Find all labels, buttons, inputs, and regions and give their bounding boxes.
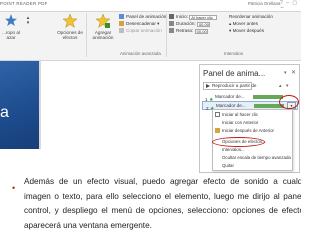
animation-pane-icon	[119, 14, 124, 19]
move-down-icon[interactable]: ▾	[286, 83, 289, 89]
start-combo[interactable]: Al hacer clic	[189, 15, 218, 20]
move-later-button[interactable]: ▾ Mover después	[229, 28, 264, 34]
page-margin	[301, 0, 320, 240]
copy-animation-button[interactable]: Copiar animación	[119, 28, 162, 34]
menu-item-timing[interactable]: Intervalos...	[214, 146, 293, 153]
start-control[interactable]: Inicio: Al hacer clic	[169, 14, 218, 20]
close-icon[interactable]: ✕	[291, 69, 296, 76]
group-separator	[86, 13, 87, 57]
highlight-circle	[279, 95, 299, 109]
add-animation-label: Agregar animación	[92, 30, 114, 40]
add-animation-button[interactable]: Agregar animación	[89, 14, 117, 40]
page: POINT READER PDF Patricia Orellana ? ‒ ▢…	[0, 0, 320, 240]
move-earlier-button[interactable]: ▴ Mover antes	[229, 21, 258, 27]
duration-control[interactable]: Duración: 00,00	[169, 21, 210, 27]
menu-item-remove[interactable]: Quitar	[214, 162, 293, 169]
delay-input[interactable]: 00,00	[194, 29, 208, 34]
effect-options-button[interactable]: Opciones de efectos	[56, 14, 84, 40]
body-paragraph: Además de un efecto visual, puedo agrega…	[24, 177, 316, 230]
tab-strip	[0, 8, 301, 12]
user-name[interactable]: Patricia Orellana	[248, 1, 280, 6]
effect-options-icon	[63, 14, 77, 28]
reorder-title: Reordenar animación	[229, 14, 273, 19]
effect-gallery-button[interactable]: ...ropo al azar	[0, 14, 22, 40]
timeline-bar[interactable]	[253, 95, 283, 99]
slide-canvas[interactable]: a	[0, 61, 39, 149]
menu-item-hide-timeline[interactable]: Ocultar escala de tiempo avanzada	[214, 154, 293, 161]
advanced-group-label: Animación avanzada	[120, 51, 161, 56]
mouse-icon	[215, 112, 220, 117]
bullet-marker: •	[12, 183, 16, 193]
animation-pane-button[interactable]: Panel de animación	[119, 14, 166, 20]
effect-label: ...ropo al azar	[2, 30, 20, 40]
add-animation-icon	[96, 14, 110, 28]
paintbrush-icon	[119, 28, 124, 33]
delay-control[interactable]: Retraso: 00,00	[169, 28, 208, 34]
move-up-icon[interactable]: ▴	[279, 83, 282, 89]
ribbon: POINT READER PDF Patricia Orellana ? ‒ ▢…	[0, 0, 301, 61]
timing-group-label: Intervalos	[224, 51, 244, 56]
play-from-button[interactable]: Reproducir a partir de	[203, 82, 256, 90]
clock-icon	[169, 21, 174, 26]
trigger-button[interactable]: Desencadenar ▾	[119, 21, 159, 27]
group-separator	[166, 13, 167, 57]
effect-options-label: Opciones de efectos	[57, 30, 83, 40]
play-icon	[206, 84, 210, 88]
pane-menu-icon[interactable]: ▾	[284, 70, 287, 76]
app-title: POINT READER PDF	[0, 1, 48, 6]
star-icon	[5, 14, 17, 26]
slide-text: a	[0, 104, 9, 121]
highlight-circle	[212, 137, 265, 147]
pane-title: Panel de anima...	[203, 69, 266, 78]
delay-icon	[169, 28, 174, 33]
title-bar: POINT READER PDF Patricia Orellana ? ‒ ▢…	[0, 0, 301, 12]
start-icon	[169, 14, 174, 19]
clock-icon	[215, 128, 220, 133]
duration-input[interactable]: 00,00	[196, 22, 210, 27]
menu-item-start-with-previous[interactable]: Iniciar con Anterior	[214, 119, 293, 126]
slide-border	[39, 61, 41, 149]
effect-gallery-scroll[interactable]: ▴ ▾	[24, 16, 32, 26]
menu-item-start-on-click[interactable]: Iniciar al hacer clic	[214, 111, 293, 118]
menu-item-start-after-previous[interactable]: Iniciar después de Anterior	[214, 127, 293, 134]
lightning-icon	[119, 21, 124, 26]
